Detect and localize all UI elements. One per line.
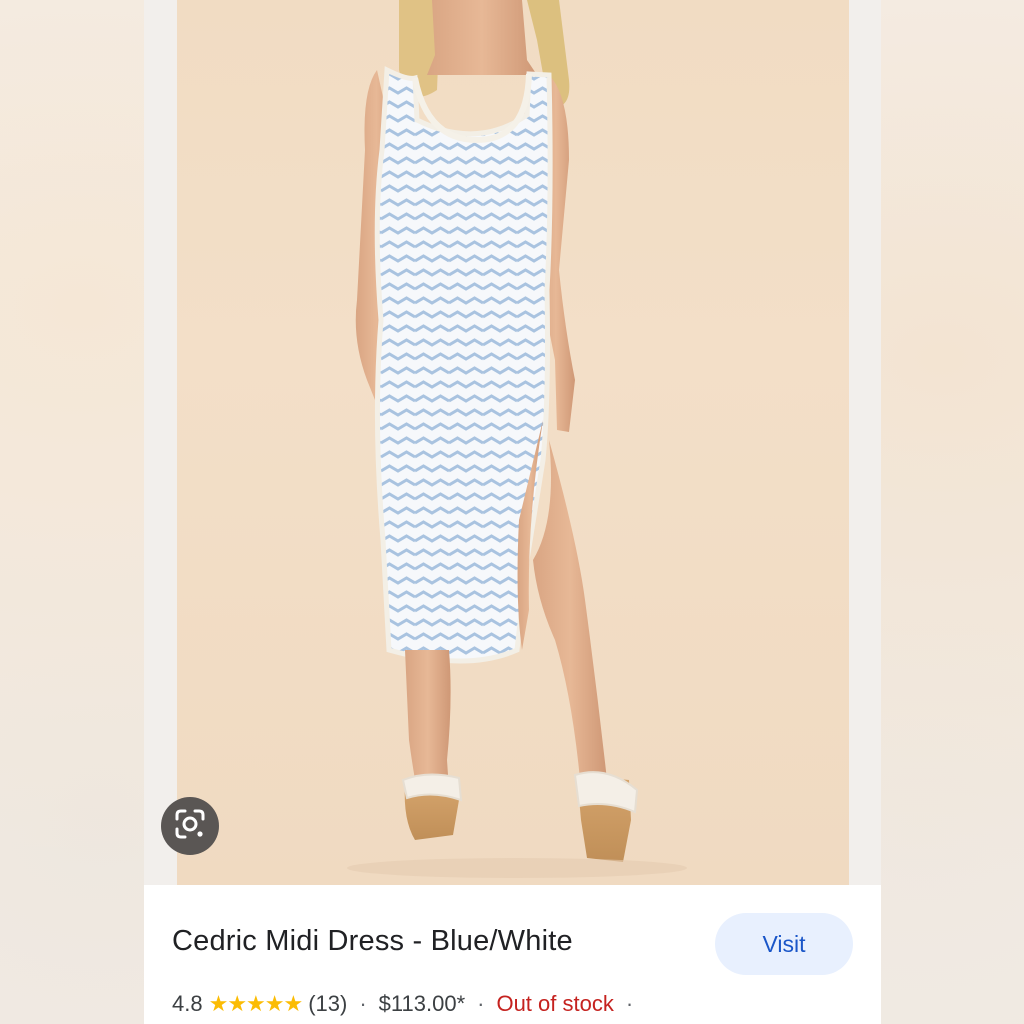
product-title[interactable]: Cedric Midi Dress - Blue/White	[172, 925, 573, 958]
rating-value: 4.8	[172, 991, 203, 1016]
visit-button[interactable]: Visit	[715, 913, 853, 975]
review-count[interactable]: (13)	[308, 991, 347, 1017]
separator-dot: ·	[477, 991, 485, 1016]
product-image[interactable]	[177, 0, 849, 885]
photo-frame-left	[144, 0, 177, 885]
stock-status: Out of stock	[496, 991, 614, 1016]
price: $113.00*	[378, 991, 466, 1016]
google-lens-icon	[173, 807, 207, 846]
product-info-panel: Cedric Midi Dress - Blue/White Visit 4.8…	[144, 885, 881, 1024]
rating-stars-icon: ★★★★★	[208, 991, 304, 1016]
google-lens-button[interactable]	[161, 797, 219, 855]
image-result-page: Cedric Midi Dress - Blue/White Visit 4.8…	[0, 0, 1024, 1024]
separator-dot: ·	[625, 991, 634, 1016]
product-illustration	[347, 0, 687, 878]
product-meta-row: 4.8 ★★★★★ (13) · $113.00* · Out of stock…	[172, 991, 645, 1017]
photo-frame-right	[849, 0, 881, 885]
separator-dot: ·	[359, 991, 367, 1016]
